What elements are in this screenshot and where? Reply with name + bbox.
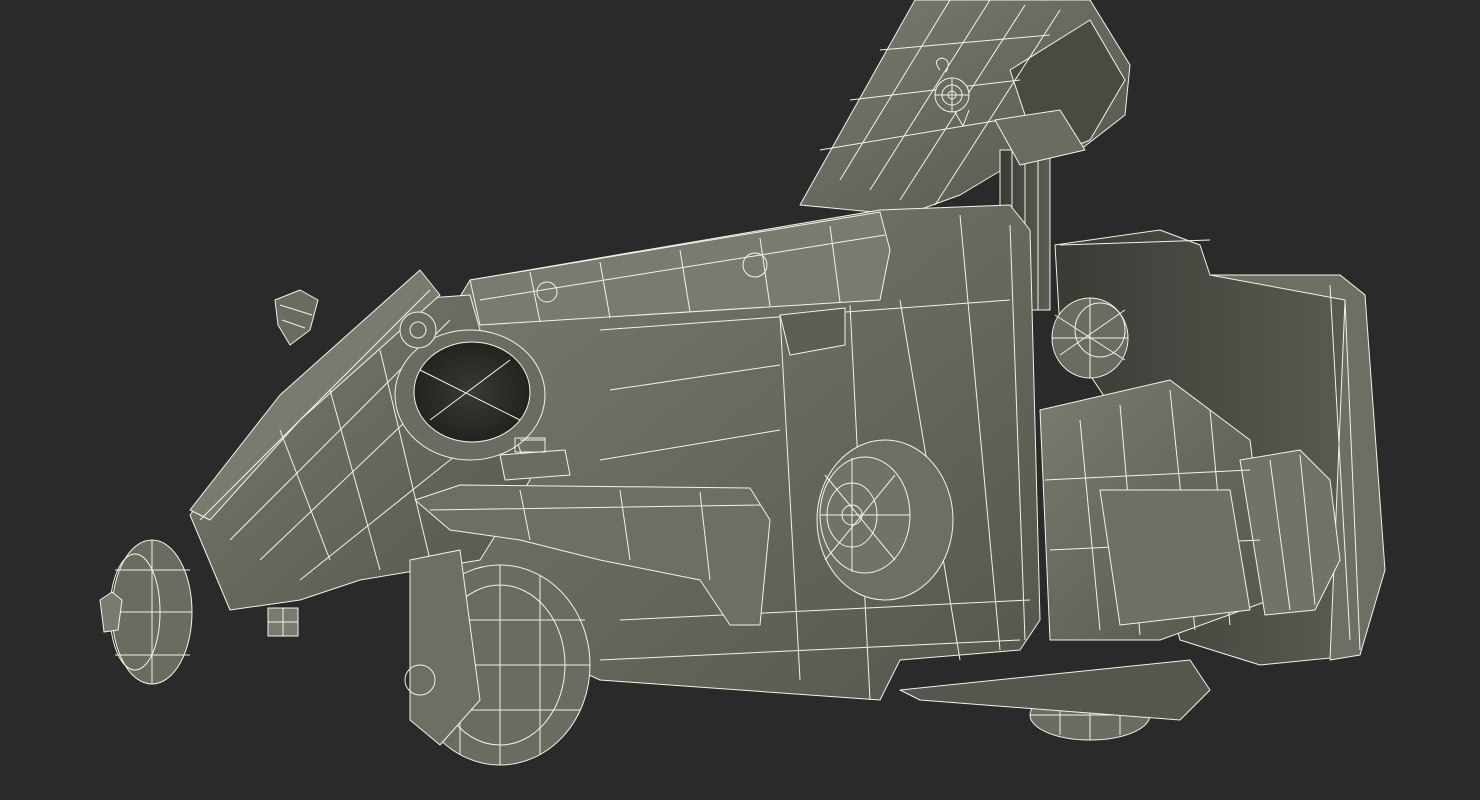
front-roller (99, 539, 193, 685)
lower-bolt (267, 607, 299, 637)
render-viewport (0, 0, 1480, 800)
wireframe-model (99, 0, 1386, 766)
handle-socket (799, 0, 1131, 216)
rear-wheel (899, 659, 1211, 741)
arm-top-bracket (274, 289, 319, 346)
side-bolt (816, 439, 954, 601)
release-knob (1051, 297, 1129, 379)
